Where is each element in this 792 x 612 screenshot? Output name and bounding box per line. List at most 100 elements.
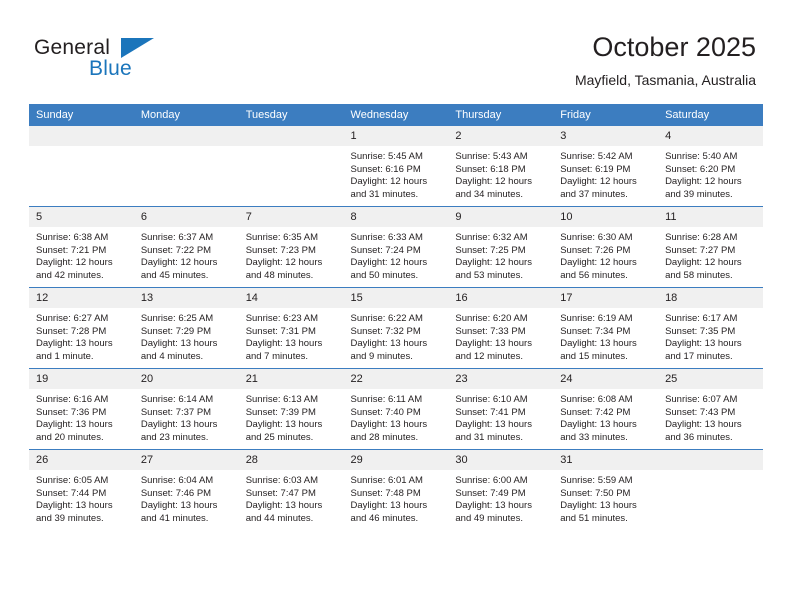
day-number: 9 <box>448 207 554 227</box>
sun-info: Sunrise: 6:37 AM Sunset: 7:22 PM Daylight:… <box>134 227 239 282</box>
daylight-duration-line1: Daylight: 13 hours <box>245 500 323 512</box>
sunrise-time: Sunrise: 6:28 AM <box>665 232 738 243</box>
calendar-day-cell[interactable]: 12 Sunrise: 6:27 AM Sunset: 7:28 PM Dayligh… <box>29 287 134 369</box>
sunrise-time: Sunrise: 6:00 AM <box>455 475 528 486</box>
day-number: 8 <box>343 207 449 227</box>
calendar-day-cell[interactable]: 1 Sunrise: 5:45 AM Sunset: 6:16 PM Daylight… <box>343 126 449 207</box>
page-title: October 2025 <box>592 32 756 62</box>
calendar-day-cell[interactable]: 3 Sunrise: 5:42 AM Sunset: 6:19 PM Daylight… <box>553 126 659 207</box>
calendar-day-cell[interactable]: 7 Sunrise: 6:35 AM Sunset: 7:23 PM Daylight… <box>238 206 344 288</box>
sun-info: Sunrise: 5:42 AM Sunset: 6:19 PM Daylight:… <box>553 146 658 201</box>
daylight-duration-line2: and 36 minutes. <box>665 431 733 443</box>
daylight-duration-line1: Daylight: 13 hours <box>665 338 742 350</box>
calendar-day-cell[interactable]: 5 Sunrise: 6:38 AM Sunset: 7:21 PM Daylight… <box>29 206 134 288</box>
calendar-day-cell[interactable]: 13 Sunrise: 6:25 AM Sunset: 7:29 PM Dayligh… <box>133 287 239 369</box>
sunrise-time: Sunrise: 5:40 AM <box>665 151 738 162</box>
daylight-duration-line1: Daylight: 13 hours <box>455 419 532 431</box>
calendar-day-cell[interactable]: 15 Sunrise: 6:22 AM Sunset: 7:32 PM Dayligh… <box>343 287 449 369</box>
day-number: 12 <box>29 288 134 308</box>
daylight-duration-line1: Daylight: 13 hours <box>455 338 532 350</box>
calendar-day-cell[interactable]: 11 Sunrise: 6:28 AM Sunset: 7:27 PM Dayligh… <box>658 206 763 288</box>
sun-info: Sunrise: 6:30 AM Sunset: 7:26 PM Daylight:… <box>553 227 658 282</box>
calendar-day-cell[interactable]: 26 Sunrise: 6:05 AM Sunset: 7:44 PM Dayligh… <box>29 449 134 530</box>
sun-info: Sunrise: 6:10 AM Sunset: 7:41 PM Daylight:… <box>448 389 553 444</box>
sunset-time: Sunset: 7:33 PM <box>455 325 526 337</box>
sunrise-time: Sunrise: 6:35 AM <box>245 232 319 243</box>
calendar-day-cell[interactable]: 17 Sunrise: 6:19 AM Sunset: 7:34 PM Dayligh… <box>553 287 659 369</box>
daylight-duration-line2: and 58 minutes. <box>665 269 733 281</box>
day-number: 31 <box>553 450 659 470</box>
sunrise-time: Sunrise: 6:04 AM <box>140 475 214 486</box>
calendar-day-cell[interactable]: 16 Sunrise: 6:20 AM Sunset: 7:33 PM Dayligh… <box>448 287 554 369</box>
calendar-day-cell[interactable]: 8 Sunrise: 6:33 AM Sunset: 7:24 PM Daylight… <box>343 206 449 288</box>
sun-info: Sunrise: 6:03 AM Sunset: 7:47 PM Daylight:… <box>239 470 344 525</box>
daylight-duration-line1: Daylight: 13 hours <box>36 500 113 512</box>
calendar-day-cell[interactable]: 18 Sunrise: 6:17 AM Sunset: 7:35 PM Dayligh… <box>658 287 763 369</box>
daylight-duration-line2: and 33 minutes. <box>560 431 628 443</box>
daylight-duration-line1: Daylight: 13 hours <box>455 500 532 512</box>
calendar-day-cell[interactable]: 10 Sunrise: 6:30 AM Sunset: 7:26 PM Dayligh… <box>553 206 659 288</box>
daylight-duration-line1: Daylight: 13 hours <box>350 338 428 350</box>
calendar-day-cell[interactable]: 19 Sunrise: 6:16 AM Sunset: 7:36 PM Dayligh… <box>29 368 134 450</box>
sun-info: Sunrise: 6:20 AM Sunset: 7:33 PM Daylight:… <box>448 308 553 363</box>
calendar-day-cell[interactable]: 9 Sunrise: 6:32 AM Sunset: 7:25 PM Daylight… <box>448 206 554 288</box>
calendar-day-cell[interactable]: 30 Sunrise: 6:00 AM Sunset: 7:49 PM Dayligh… <box>448 449 554 530</box>
calendar-day-cell[interactable]: 25 Sunrise: 6:07 AM Sunset: 7:43 PM Dayligh… <box>658 368 763 450</box>
calendar-day-cell[interactable]: 6 Sunrise: 6:37 AM Sunset: 7:22 PM Daylight… <box>133 206 239 288</box>
sunset-time: Sunset: 7:31 PM <box>245 325 316 337</box>
calendar-day-cell[interactable]: 21 Sunrise: 6:13 AM Sunset: 7:39 PM Dayligh… <box>238 368 344 450</box>
generalblue-logo[interactable]: General Blue <box>34 36 214 92</box>
sun-info: Sunrise: 6:13 AM Sunset: 7:39 PM Daylight:… <box>239 389 344 444</box>
day-number: 4 <box>658 126 763 146</box>
daylight-duration-line2: and 50 minutes. <box>350 269 419 281</box>
sunset-time: Sunset: 7:41 PM <box>455 406 526 418</box>
calendar-cell-empty <box>29 126 134 207</box>
daylight-duration-line2: and 15 minutes. <box>560 350 628 362</box>
sunset-time: Sunset: 7:32 PM <box>350 325 421 337</box>
sun-info: Sunrise: 6:01 AM Sunset: 7:48 PM Daylight:… <box>344 470 449 525</box>
calendar-day-cell[interactable]: 23 Sunrise: 6:10 AM Sunset: 7:41 PM Dayligh… <box>448 368 554 450</box>
sunrise-time: Sunrise: 6:14 AM <box>140 394 214 405</box>
logo-text-blue: Blue <box>89 57 132 80</box>
calendar-day-cell[interactable]: 28 Sunrise: 6:03 AM Sunset: 7:47 PM Dayligh… <box>238 449 344 530</box>
sun-info: Sunrise: 6:25 AM Sunset: 7:29 PM Daylight:… <box>134 308 239 363</box>
sun-info: Sunrise: 6:27 AM Sunset: 7:28 PM Daylight:… <box>29 308 134 363</box>
calendar-week-row: 26 Sunrise: 6:05 AM Sunset: 7:44 PM Dayligh… <box>29 449 763 530</box>
sunrise-time: Sunrise: 6:07 AM <box>665 394 738 405</box>
sun-info: Sunrise: 6:23 AM Sunset: 7:31 PM Daylight:… <box>239 308 344 363</box>
sunset-time: Sunset: 7:46 PM <box>140 487 212 499</box>
calendar-day-cell[interactable]: 22 Sunrise: 6:11 AM Sunset: 7:40 PM Dayligh… <box>343 368 449 450</box>
day-number: 17 <box>553 288 659 308</box>
calendar-day-cell[interactable]: 29 Sunrise: 6:01 AM Sunset: 7:48 PM Dayligh… <box>343 449 449 530</box>
sunset-time: Sunset: 6:20 PM <box>665 163 736 175</box>
daylight-duration-line1: Daylight: 13 hours <box>140 338 218 350</box>
sun-info: Sunrise: 6:28 AM Sunset: 7:27 PM Daylight:… <box>658 227 763 282</box>
daylight-duration-line1: Daylight: 12 hours <box>350 257 428 269</box>
calendar-day-cell[interactable]: 2 Sunrise: 5:43 AM Sunset: 6:18 PM Daylight… <box>448 126 554 207</box>
sunrise-time: Sunrise: 6:11 AM <box>350 394 423 405</box>
day-number: 21 <box>238 369 344 389</box>
sunrise-time: Sunrise: 6:13 AM <box>245 394 319 405</box>
daylight-duration-line1: Daylight: 12 hours <box>36 257 113 269</box>
day-number: 19 <box>29 369 134 389</box>
title-block: October 2025 Mayfield, Tasmania, Austral… <box>575 30 756 90</box>
day-number: 10 <box>553 207 659 227</box>
daylight-duration-line1: Daylight: 13 hours <box>560 419 637 431</box>
calendar-day-cell[interactable]: 4 Sunrise: 5:40 AM Sunset: 6:20 PM Daylight… <box>658 126 763 207</box>
daylight-duration-line1: Daylight: 12 hours <box>245 257 323 269</box>
calendar-day-cell[interactable]: 27 Sunrise: 6:04 AM Sunset: 7:46 PM Dayligh… <box>133 449 239 530</box>
calendar-day-cell[interactable]: 24 Sunrise: 6:08 AM Sunset: 7:42 PM Dayligh… <box>553 368 659 450</box>
sun-info: Sunrise: 6:14 AM Sunset: 7:37 PM Daylight:… <box>134 389 239 444</box>
daylight-duration-line1: Daylight: 12 hours <box>140 257 218 269</box>
sun-info: Sunrise: 5:45 AM Sunset: 6:16 PM Daylight:… <box>344 146 449 201</box>
calendar-day-cell[interactable]: 14 Sunrise: 6:23 AM Sunset: 7:31 PM Dayligh… <box>238 287 344 369</box>
calendar-day-cell[interactable]: 20 Sunrise: 6:14 AM Sunset: 7:37 PM Dayligh… <box>133 368 239 450</box>
daylight-duration-line1: Daylight: 13 hours <box>665 419 742 431</box>
calendar-cell-empty <box>238 126 344 207</box>
calendar-day-cell[interactable]: 31 Sunrise: 5:59 AM Sunset: 7:50 PM Dayligh… <box>553 449 659 530</box>
daylight-duration-line2: and 7 minutes. <box>245 350 309 362</box>
day-number: 27 <box>133 450 239 470</box>
daylight-duration-line1: Daylight: 13 hours <box>350 419 428 431</box>
sunset-time: Sunset: 6:19 PM <box>560 163 631 175</box>
day-number: 28 <box>238 450 344 470</box>
